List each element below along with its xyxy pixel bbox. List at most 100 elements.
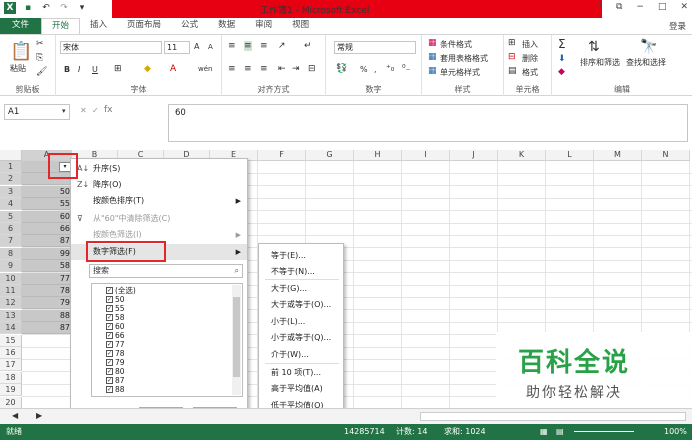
checkbox[interactable]: ✓ bbox=[106, 341, 113, 348]
checkbox[interactable]: ✓ bbox=[106, 305, 113, 312]
column-header[interactable]: I bbox=[402, 150, 450, 161]
row-header[interactable]: 7 bbox=[0, 235, 22, 248]
sort-filter-button[interactable]: 排序和筛选 bbox=[580, 57, 620, 68]
minimize-button[interactable]: − bbox=[636, 2, 644, 12]
orientation-icon[interactable]: ↗ bbox=[278, 41, 286, 51]
row-header[interactable]: 17 bbox=[0, 359, 22, 372]
zoom-slider[interactable] bbox=[574, 431, 634, 432]
number-filter-option[interactable]: 介于(W)... bbox=[259, 347, 343, 363]
middle-align-icon[interactable]: ≡ bbox=[244, 41, 252, 51]
checkbox[interactable]: ✓ bbox=[106, 350, 113, 357]
insert-function-icon[interactable]: fx bbox=[104, 105, 113, 115]
cell-a[interactable]: 58 bbox=[22, 260, 72, 273]
font-size-select[interactable]: 11 bbox=[164, 41, 190, 54]
checkbox[interactable]: ✓ bbox=[106, 368, 113, 375]
checkbox[interactable]: ✓ bbox=[106, 332, 113, 339]
row-header[interactable]: 12 bbox=[0, 297, 22, 310]
select-all-corner[interactable] bbox=[0, 150, 22, 161]
accounting-format-icon[interactable]: 💱 bbox=[336, 64, 347, 74]
top-align-icon[interactable]: ≡ bbox=[228, 41, 236, 51]
formula-cancel-icon[interactable]: ✕ bbox=[80, 106, 87, 115]
align-right-icon[interactable]: ≡ bbox=[260, 64, 268, 74]
checkbox[interactable]: ✓ bbox=[106, 287, 113, 294]
paste-icon[interactable]: 📋 bbox=[10, 41, 32, 62]
row-header[interactable]: 2 bbox=[0, 173, 22, 186]
help-button[interactable]: ? bbox=[597, 2, 602, 12]
cut-icon[interactable]: ✂ bbox=[36, 39, 44, 49]
filter-value-item[interactable]: ✓ 79 bbox=[106, 358, 125, 367]
cell-a[interactable]: 87 bbox=[22, 235, 72, 248]
decrease-decimal-icon[interactable]: ⁰₋ bbox=[402, 64, 410, 74]
align-center-icon[interactable]: ≡ bbox=[244, 64, 252, 74]
filter-value-item[interactable]: ✓ 80 bbox=[106, 367, 125, 376]
cell-a[interactable]: 88 bbox=[22, 309, 72, 322]
fill-color-icon[interactable]: ◆ bbox=[144, 64, 151, 74]
redo-icon[interactable]: ↷ bbox=[58, 2, 70, 14]
cell-a[interactable]: 77 bbox=[22, 272, 72, 285]
underline-button[interactable]: U bbox=[92, 65, 98, 74]
grow-font-button[interactable]: A bbox=[194, 42, 199, 51]
fill-icon[interactable]: ⬇ bbox=[558, 54, 566, 64]
filter-value-item[interactable]: ✓ 58 bbox=[106, 313, 125, 322]
row-header[interactable]: 8 bbox=[0, 247, 22, 260]
undo-icon[interactable]: ↶ bbox=[40, 2, 52, 14]
percent-button[interactable]: % bbox=[360, 65, 368, 74]
column-header[interactable]: J bbox=[450, 150, 498, 161]
scroll-right-icon[interactable]: ▶ bbox=[36, 411, 42, 420]
tab-home[interactable]: 开始 bbox=[41, 18, 81, 34]
column-header[interactable]: F bbox=[258, 150, 306, 161]
autosum-button[interactable]: Σ bbox=[558, 37, 566, 51]
bottom-align-icon[interactable]: ≡ bbox=[260, 41, 268, 51]
row-header[interactable]: 3 bbox=[0, 185, 22, 198]
number-filter-option[interactable]: 前 10 项(T)... bbox=[259, 365, 343, 381]
tab-formulas[interactable]: 公式 bbox=[171, 18, 208, 34]
clear-icon[interactable]: ◆ bbox=[558, 67, 565, 77]
list-scrollbar[interactable] bbox=[232, 285, 241, 395]
font-name-select[interactable]: 宋体 bbox=[60, 41, 162, 54]
zoom-level[interactable]: 100% bbox=[664, 424, 687, 440]
menu-sort-by-color[interactable]: 按颜色排序(T) ▶ bbox=[71, 193, 247, 209]
filter-search-input[interactable]: 搜索 ⌕ bbox=[89, 264, 243, 278]
name-box[interactable]: A1 bbox=[4, 104, 70, 120]
filter-value-item[interactable]: ✓ 60 bbox=[106, 322, 125, 331]
save-icon[interactable]: ▪ bbox=[22, 2, 34, 14]
row-header[interactable]: 9 bbox=[0, 260, 22, 273]
menu-sort-descending[interactable]: Z↓ 降序(O) bbox=[71, 177, 247, 193]
delete-button[interactable]: 删除 bbox=[522, 53, 538, 64]
tab-insert[interactable]: 插入 bbox=[80, 18, 117, 34]
number-filter-option[interactable]: 小于(L)... bbox=[259, 314, 343, 330]
format-as-table-button[interactable]: 套用表格格式 bbox=[440, 53, 488, 64]
number-format-select[interactable]: 常规 bbox=[334, 41, 416, 54]
format-painter-icon[interactable]: 🖌 bbox=[36, 67, 47, 77]
cell-a[interactable]: 66 bbox=[22, 223, 72, 235]
filter-value-item[interactable]: ✓ 55 bbox=[106, 304, 125, 313]
filter-value-item[interactable]: ✓ 66 bbox=[106, 331, 125, 340]
formula-input[interactable]: 60 bbox=[168, 104, 688, 142]
ribbon-display-button[interactable]: ⧉ bbox=[616, 2, 622, 12]
row-header[interactable]: 4 bbox=[0, 198, 22, 211]
row-header[interactable]: 5 bbox=[0, 210, 22, 223]
formula-enter-icon[interactable]: ✓ bbox=[92, 106, 99, 115]
filter-value-item[interactable]: ✓ 50 bbox=[106, 295, 125, 304]
row-header[interactable]: 10 bbox=[0, 272, 22, 285]
number-filter-option[interactable]: 大于(G)... bbox=[259, 281, 343, 297]
number-filter-option[interactable]: 等于(E)... bbox=[259, 248, 343, 264]
shrink-font-button[interactable]: A bbox=[208, 43, 213, 51]
copy-icon[interactable]: ⎘ bbox=[36, 53, 43, 63]
align-left-icon[interactable]: ≡ bbox=[228, 64, 236, 74]
column-header[interactable]: G bbox=[306, 150, 354, 161]
filter-value-item[interactable]: ✓ 87 bbox=[106, 376, 125, 385]
checkbox[interactable]: ✓ bbox=[106, 377, 113, 384]
row-header[interactable]: 1 bbox=[0, 161, 22, 173]
checkbox[interactable]: ✓ bbox=[106, 323, 113, 330]
conditional-formatting-button[interactable]: 条件格式 bbox=[440, 39, 472, 50]
border-icon[interactable]: ⊞ bbox=[114, 64, 122, 74]
customize-qa-icon[interactable]: ▾ bbox=[76, 2, 88, 14]
paste-label[interactable]: 粘贴 bbox=[10, 63, 26, 74]
column-header[interactable]: K bbox=[498, 150, 546, 161]
cell-a[interactable]: 79 bbox=[22, 297, 72, 310]
cell-a[interactable]: 78 bbox=[22, 285, 72, 297]
checkbox[interactable]: ✓ bbox=[106, 296, 113, 303]
cell-a[interactable]: 60 bbox=[22, 210, 72, 223]
filter-value-item[interactable]: ✓ 88 bbox=[106, 385, 125, 394]
